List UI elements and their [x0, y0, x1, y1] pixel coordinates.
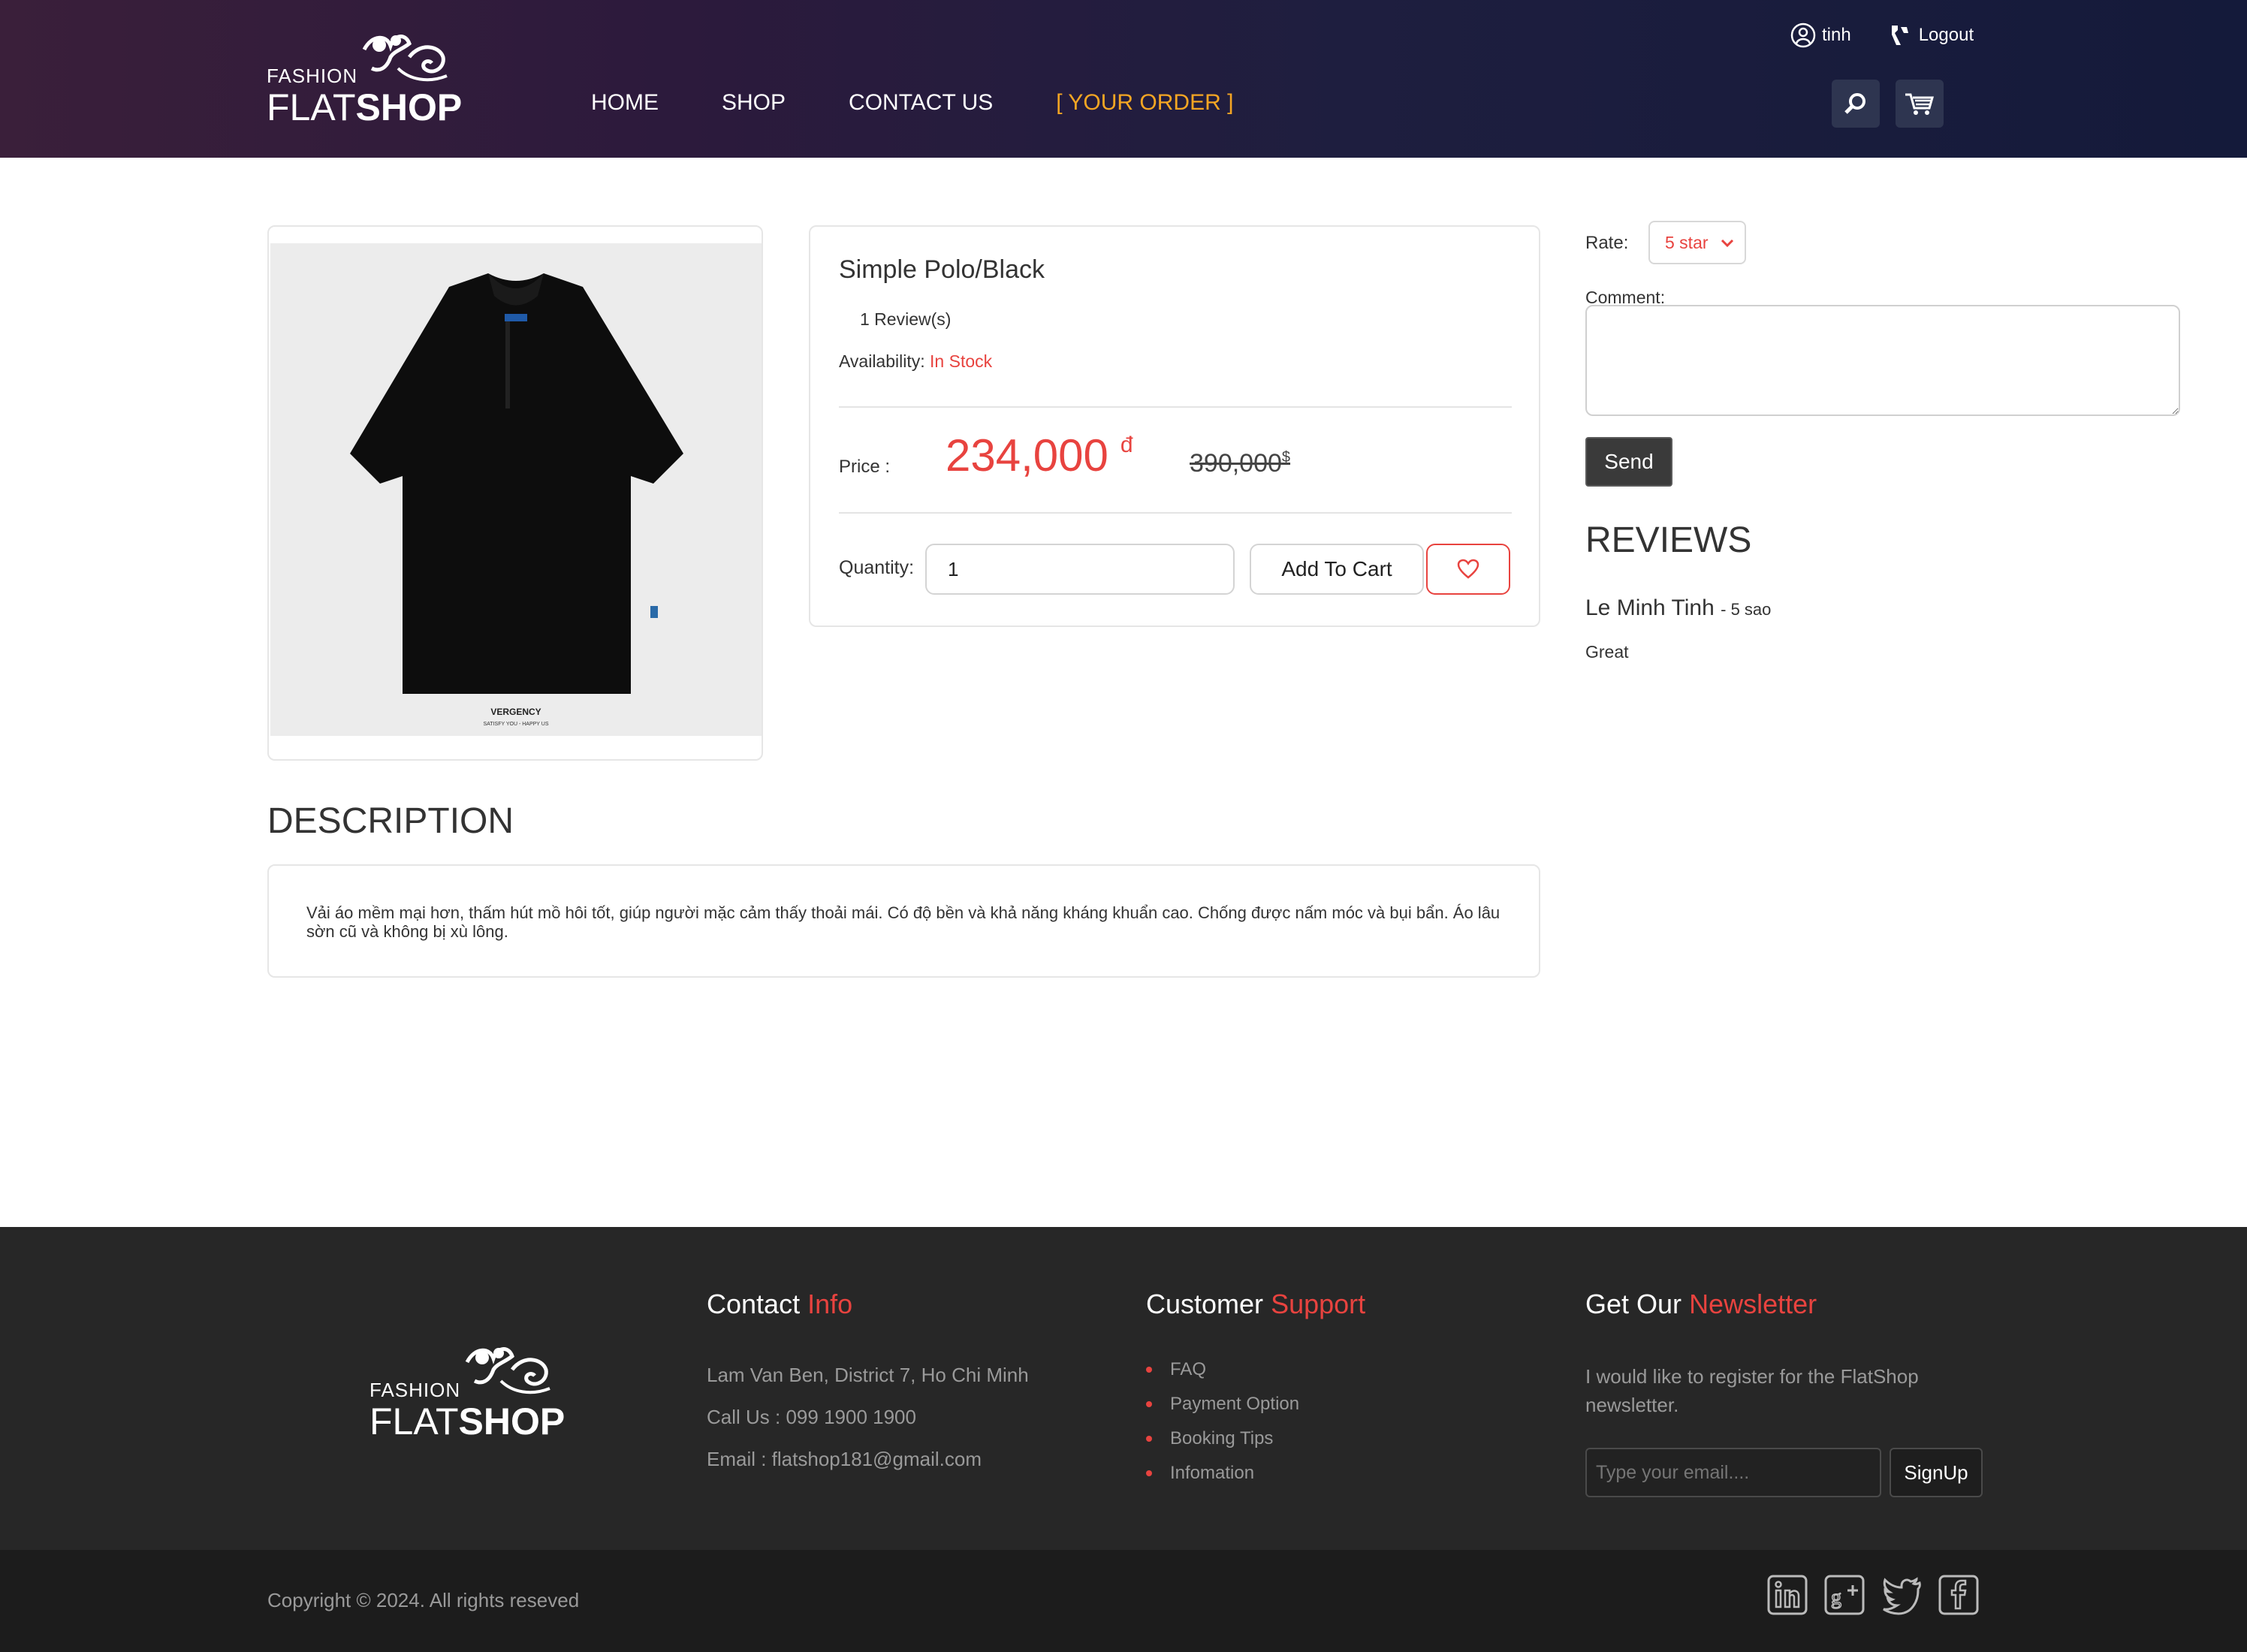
reviews-heading: REVIEWS — [1585, 520, 1752, 560]
logo-fashion-text: FASHION — [369, 1379, 461, 1401]
footer-newsletter: Get Our Newsletter I would like to regis… — [1585, 1289, 1983, 1497]
description-heading: DESCRIPTION — [267, 801, 514, 841]
contact-email: Email : flatshop181@gmail.com — [707, 1448, 982, 1470]
user-icon — [1790, 23, 1816, 48]
contact-phone: Call Us : 099 1900 1900 — [707, 1406, 916, 1428]
logo-flatshop-text: FLATSHOP — [267, 86, 463, 128]
review-author: Le Minh Tinh - 5 sao — [1585, 595, 1772, 620]
logout-label: Logout — [1918, 25, 1974, 45]
footer-contact-info: Contact Info Lam Van Ben, District 7, Ho… — [707, 1289, 1029, 1470]
rate-label: Rate: — [1585, 233, 1629, 253]
rate-select[interactable]: 5 star — [1648, 221, 1746, 264]
availability-label: Availability: — [839, 351, 925, 371]
search-button[interactable] — [1832, 80, 1880, 128]
facebook-icon — [1938, 1575, 1979, 1615]
google-plus-link[interactable]: g — [1823, 1574, 1865, 1616]
google-plus-icon: g — [1824, 1575, 1865, 1615]
image-tagline-text: SATISFY YOU - HAPPY US — [483, 722, 548, 727]
user-bar: tinh Logout — [1790, 23, 2010, 48]
newsletter-text: I would like to register for the FlatSho… — [1585, 1365, 1919, 1416]
support-links: FAQ Payment Option Booking Tips Infomati… — [1146, 1359, 1299, 1497]
footer-bottom-bar: Copyright © 2024. All rights reseved g — [0, 1550, 2247, 1652]
description-text: Vải áo mềm mại hơn, thấm hút mồ hôi tốt,… — [306, 903, 1501, 941]
user-account-link[interactable]: tinh — [1790, 23, 1851, 48]
product-title: Simple Polo/Black — [839, 255, 1045, 284]
footer-logo[interactable]: FASHION FLATSHOP — [369, 1340, 565, 1445]
price-label: Price : — [839, 457, 891, 477]
cart-button[interactable] — [1896, 80, 1944, 128]
nav-contact-us[interactable]: CONTACT US — [849, 90, 993, 116]
flourish-logo-icon — [465, 1347, 550, 1394]
support-link-payment-option[interactable]: Payment Option — [1146, 1394, 1299, 1428]
linkedin-icon — [1767, 1575, 1808, 1615]
support-link-information[interactable]: Infomation — [1146, 1463, 1299, 1497]
logout-icon — [1891, 26, 1908, 45]
comment-textarea[interactable] — [1585, 305, 2180, 416]
cart-icon — [1905, 93, 1934, 115]
availability: Availability: In Stock — [839, 351, 992, 372]
flourish-logo-icon — [362, 35, 448, 82]
chevron-down-icon — [1721, 239, 1734, 248]
logo-flatshop-text: FLATSHOP — [369, 1400, 566, 1442]
image-brand-text: VERGENCY — [490, 707, 541, 717]
nav-home[interactable]: HOME — [591, 90, 659, 116]
linkedin-link[interactable] — [1766, 1574, 1808, 1616]
newsletter-signup-button[interactable]: SignUp — [1890, 1448, 1983, 1497]
contact-address: Lam Van Ben, District 7, Ho Chi Minh — [707, 1364, 1029, 1386]
copyright-text: Copyright © 2024. All rights reseved — [267, 1589, 580, 1611]
divider — [839, 406, 1512, 408]
site-footer: FASHION FLATSHOP Contact Info Lam Van Be… — [0, 1227, 2247, 1550]
twitter-icon — [1883, 1577, 1921, 1615]
svg-text:g: g — [1831, 1586, 1841, 1609]
product-image-card: VERGENCY SATISFY YOU - HAPPY US — [267, 225, 763, 761]
site-logo[interactable]: FASHION FLATSHOP — [267, 27, 462, 132]
user-name: tinh — [1822, 25, 1851, 45]
rate-selected-value: 5 star — [1665, 232, 1709, 252]
twitter-link[interactable] — [1881, 1574, 1923, 1616]
facebook-link[interactable] — [1938, 1574, 1980, 1616]
logout-link[interactable]: Logout — [1887, 23, 1974, 48]
add-to-cart-button[interactable]: Add To Cart — [1250, 544, 1424, 595]
review-text: Great — [1585, 642, 1629, 662]
divider — [839, 512, 1512, 514]
newsletter-email-input[interactable] — [1585, 1448, 1881, 1497]
nav-your-order[interactable]: [ YOUR ORDER ] — [1056, 90, 1233, 116]
quantity-label: Quantity: — [839, 557, 915, 578]
search-icon — [1844, 93, 1865, 114]
quantity-input[interactable] — [925, 544, 1235, 595]
polo-shirt-image: VERGENCY SATISFY YOU - HAPPY US — [350, 273, 683, 727]
main-nav: HOME SHOP CONTACT US [ YOUR ORDER ] — [591, 90, 1296, 116]
footer-customer-support: Customer Support FAQ Payment Option Book… — [1146, 1289, 1366, 1483]
price-original: 390,000$ — [1190, 449, 1291, 478]
review-count[interactable]: 1 Review(s) — [860, 309, 951, 330]
nav-shop[interactable]: SHOP — [722, 90, 786, 116]
logo-fashion-text: FASHION — [267, 65, 358, 87]
contact-info-heading: Contact Info — [707, 1289, 853, 1319]
newsletter-heading: Get Our Newsletter — [1585, 1289, 1817, 1319]
product-info-card: Simple Polo/Black 1 Review(s) Availabili… — [809, 225, 1540, 627]
description-card: Vải áo mềm mại hơn, thấm hút mồ hôi tốt,… — [267, 864, 1540, 978]
site-header: FASHION FLATSHOP HOME SHOP CONTACT US [ … — [0, 0, 2247, 158]
heart-icon — [1457, 559, 1479, 579]
availability-value: In Stock — [930, 351, 993, 371]
support-link-booking-tips[interactable]: Booking Tips — [1146, 1428, 1299, 1463]
support-link-faq[interactable]: FAQ — [1146, 1359, 1299, 1394]
wishlist-button[interactable] — [1426, 544, 1510, 595]
price-current: 234,000 đ — [946, 430, 1133, 481]
product-image[interactable]: VERGENCY SATISFY YOU - HAPPY US — [270, 243, 762, 736]
send-review-button[interactable]: Send — [1585, 437, 1672, 487]
customer-support-heading: Customer Support — [1146, 1289, 1366, 1319]
